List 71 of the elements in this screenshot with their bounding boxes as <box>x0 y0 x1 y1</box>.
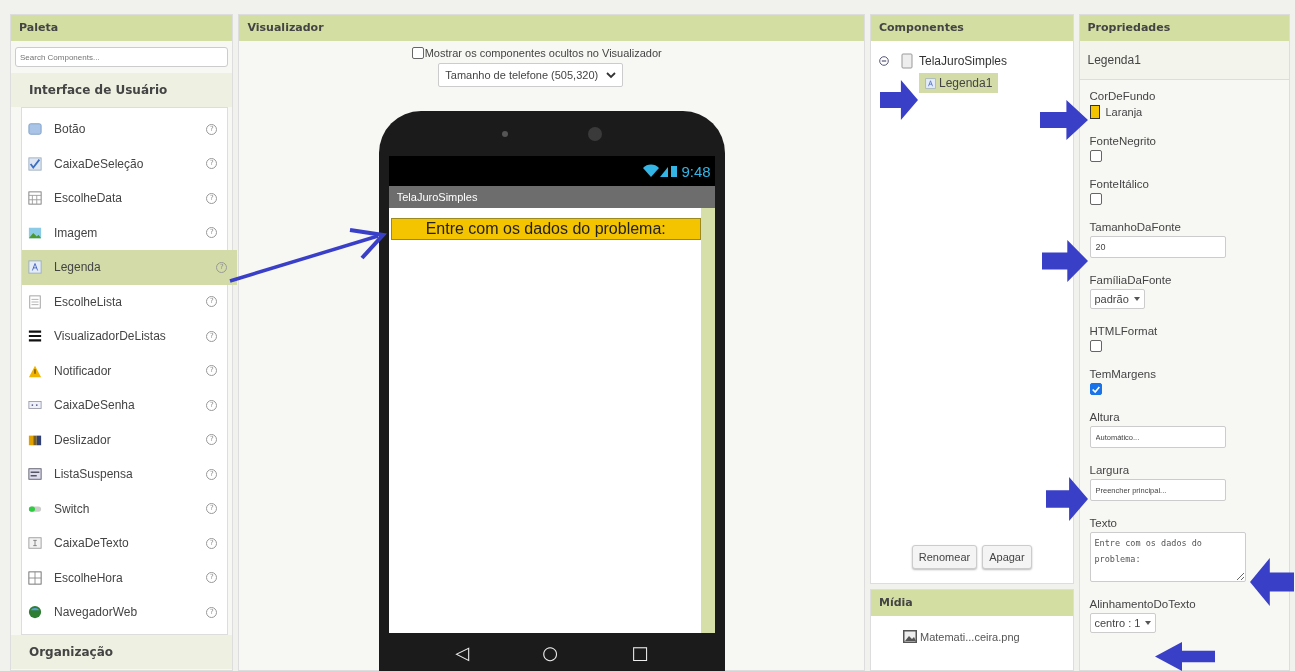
tree-item[interactable]: Legenda1 <box>919 73 999 93</box>
component-icon <box>28 122 42 137</box>
nav-button[interactable]: □ <box>631 641 649 663</box>
size-dropdown[interactable]: Tamanho de telefone (505,320) <box>438 63 624 87</box>
checkbox[interactable] <box>1089 340 1102 352</box>
property-label: CorDeFundo <box>1089 90 1156 102</box>
component-icon <box>28 467 42 482</box>
component-icon <box>28 536 42 551</box>
checkbox[interactable] <box>1089 193 1102 205</box>
text-area[interactable]: Entre com os dados do problema: <box>1089 532 1246 582</box>
property-label: Texto <box>1089 517 1117 529</box>
status-time: 9:48 <box>681 162 711 180</box>
media-file[interactable]: Matemati...ceira.png <box>920 630 1020 643</box>
checkbox-label: Mostrar os componentes ocultos no Visualizador <box>424 47 662 59</box>
component-icon <box>28 191 42 206</box>
checkbox[interactable] <box>411 47 424 59</box>
panel-header: Componentes <box>871 15 1073 41</box>
annotation-arrow <box>1250 558 1294 606</box>
component-icon <box>28 570 42 585</box>
checkbox[interactable] <box>1089 150 1102 162</box>
component-icon <box>28 329 42 344</box>
nav-button[interactable]: ◁ <box>455 641 470 663</box>
panel-header: Mídia <box>871 590 1073 616</box>
component-icon <box>28 294 42 309</box>
property-label: Altura <box>1089 411 1120 423</box>
annotation-arrow <box>1046 477 1088 521</box>
property-label: FonteNegrito <box>1089 135 1156 147</box>
caret-icon <box>1133 297 1140 301</box>
nav-button[interactable]: ○ <box>542 641 558 663</box>
component-icon <box>28 225 42 240</box>
panel-header: Propriedades <box>1079 15 1289 41</box>
action-button[interactable]: Renomear <box>911 545 978 569</box>
action-button[interactable]: Apagar <box>982 545 1032 569</box>
property-label: FamíliaDaFonte <box>1089 274 1172 286</box>
component-icon <box>28 605 42 620</box>
collapse-icon[interactable] <box>879 56 889 66</box>
sensor-icon <box>501 130 508 137</box>
caret-icon <box>1145 621 1152 625</box>
property-label: TamanhoDaFonte <box>1089 221 1181 233</box>
component-icon <box>28 260 42 275</box>
section-header[interactable]: Organização <box>11 634 233 669</box>
annotation-arrow <box>1042 240 1088 282</box>
screen-title: TelaJuroSimples <box>388 186 715 208</box>
screen-icon <box>901 53 913 69</box>
property-label: Largura <box>1089 464 1130 476</box>
property-label: AlinhamentoDoTexto <box>1089 598 1196 610</box>
label-icon <box>925 77 936 89</box>
tree-item[interactable]: TelaJuroSimples <box>919 54 1008 68</box>
color-swatch[interactable] <box>1089 105 1100 119</box>
section-header[interactable]: Interface de Usuário <box>11 73 233 107</box>
component-icon <box>28 156 42 171</box>
property-label: HTMLFormat <box>1089 325 1158 337</box>
color-value[interactable]: Laranja <box>1105 106 1143 118</box>
annotation-arrow <box>880 80 918 120</box>
property-label: FonteItálico <box>1089 178 1149 190</box>
phone-label: Entre com os dados do problema: <box>390 218 701 240</box>
panel-header: Paleta <box>11 15 233 41</box>
text-field[interactable]: 20 <box>1089 236 1226 258</box>
panel-header: Visualizador <box>239 15 864 41</box>
property-label: TemMargens <box>1089 368 1156 380</box>
status-icons <box>641 164 678 178</box>
dropdown[interactable]: padrão <box>1089 289 1145 309</box>
search-field[interactable]: Search Components... <box>15 47 229 67</box>
component-name: Legenda1 <box>1079 41 1289 80</box>
checkbox[interactable] <box>1089 383 1102 395</box>
image-icon <box>903 630 917 643</box>
annotation-arrow <box>1155 642 1215 671</box>
annotation-arrow <box>1040 100 1088 140</box>
dropdown[interactable]: centro : 1 <box>1089 613 1157 633</box>
camera-icon <box>587 126 602 141</box>
chevron-icon <box>606 71 617 79</box>
